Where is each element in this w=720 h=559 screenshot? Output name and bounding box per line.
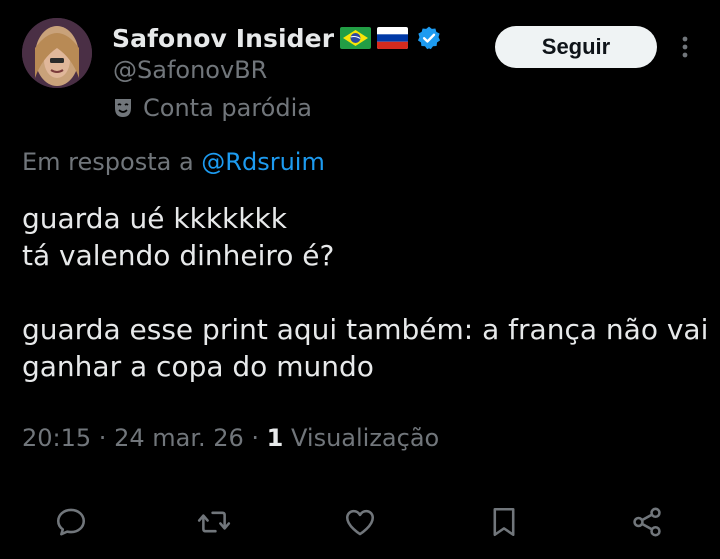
russia-flag-icon: [377, 27, 409, 49]
like-icon: [345, 509, 375, 536]
timestamp-time[interactable]: 20:15: [22, 424, 91, 452]
retweet-icon: [197, 511, 231, 533]
like-button[interactable]: [336, 498, 384, 546]
view-label: Visualização: [291, 424, 440, 452]
display-name[interactable]: Safonov Insider: [112, 24, 334, 53]
retweet-button[interactable]: [190, 498, 238, 546]
bookmark-icon: [493, 507, 515, 537]
tweet-metadata: 20:15 · 24 mar. 26 · 1 Visualização: [22, 424, 439, 452]
meta-separator: ·: [243, 424, 267, 452]
handle[interactable]: @SafonovBR: [113, 56, 267, 84]
avatar[interactable]: [22, 18, 92, 88]
meta-separator: ·: [91, 424, 115, 452]
tweet-text: guarda ué kkkkkkk tá valendo dinheiro é?…: [22, 200, 712, 385]
share-icon: [633, 507, 661, 537]
timestamp-date[interactable]: 24 mar. 26: [114, 424, 244, 452]
view-count: 1: [266, 424, 284, 452]
follow-button[interactable]: Seguir: [495, 26, 657, 68]
reply-context: Em resposta a @Rdsruim: [22, 148, 325, 176]
more-options-icon[interactable]: [674, 32, 696, 62]
tweet-line: guarda esse print aqui também: a frança …: [22, 313, 709, 383]
action-bar: [0, 498, 720, 548]
reply-button[interactable]: [47, 498, 95, 546]
reply-icon: [56, 508, 86, 536]
parody-mask-icon: [115, 99, 131, 117]
tweet-line: guarda ué kkkkkkk: [22, 202, 287, 235]
parody-label: Conta paródia: [143, 94, 312, 122]
reply-prefix: Em resposta a: [22, 148, 194, 176]
parody-label-row: Conta paródia: [113, 92, 312, 124]
brazil-flag-icon: [340, 27, 372, 49]
author-name-row: Safonov Insider: [112, 20, 442, 56]
avatar-image: [22, 18, 92, 88]
reply-mention-link[interactable]: @Rdsruim: [201, 148, 325, 176]
verified-badge-icon[interactable]: [416, 25, 442, 51]
tweet-line: tá valendo dinheiro é?: [22, 239, 335, 272]
share-button[interactable]: [623, 498, 671, 546]
bookmark-button[interactable]: [480, 498, 528, 546]
